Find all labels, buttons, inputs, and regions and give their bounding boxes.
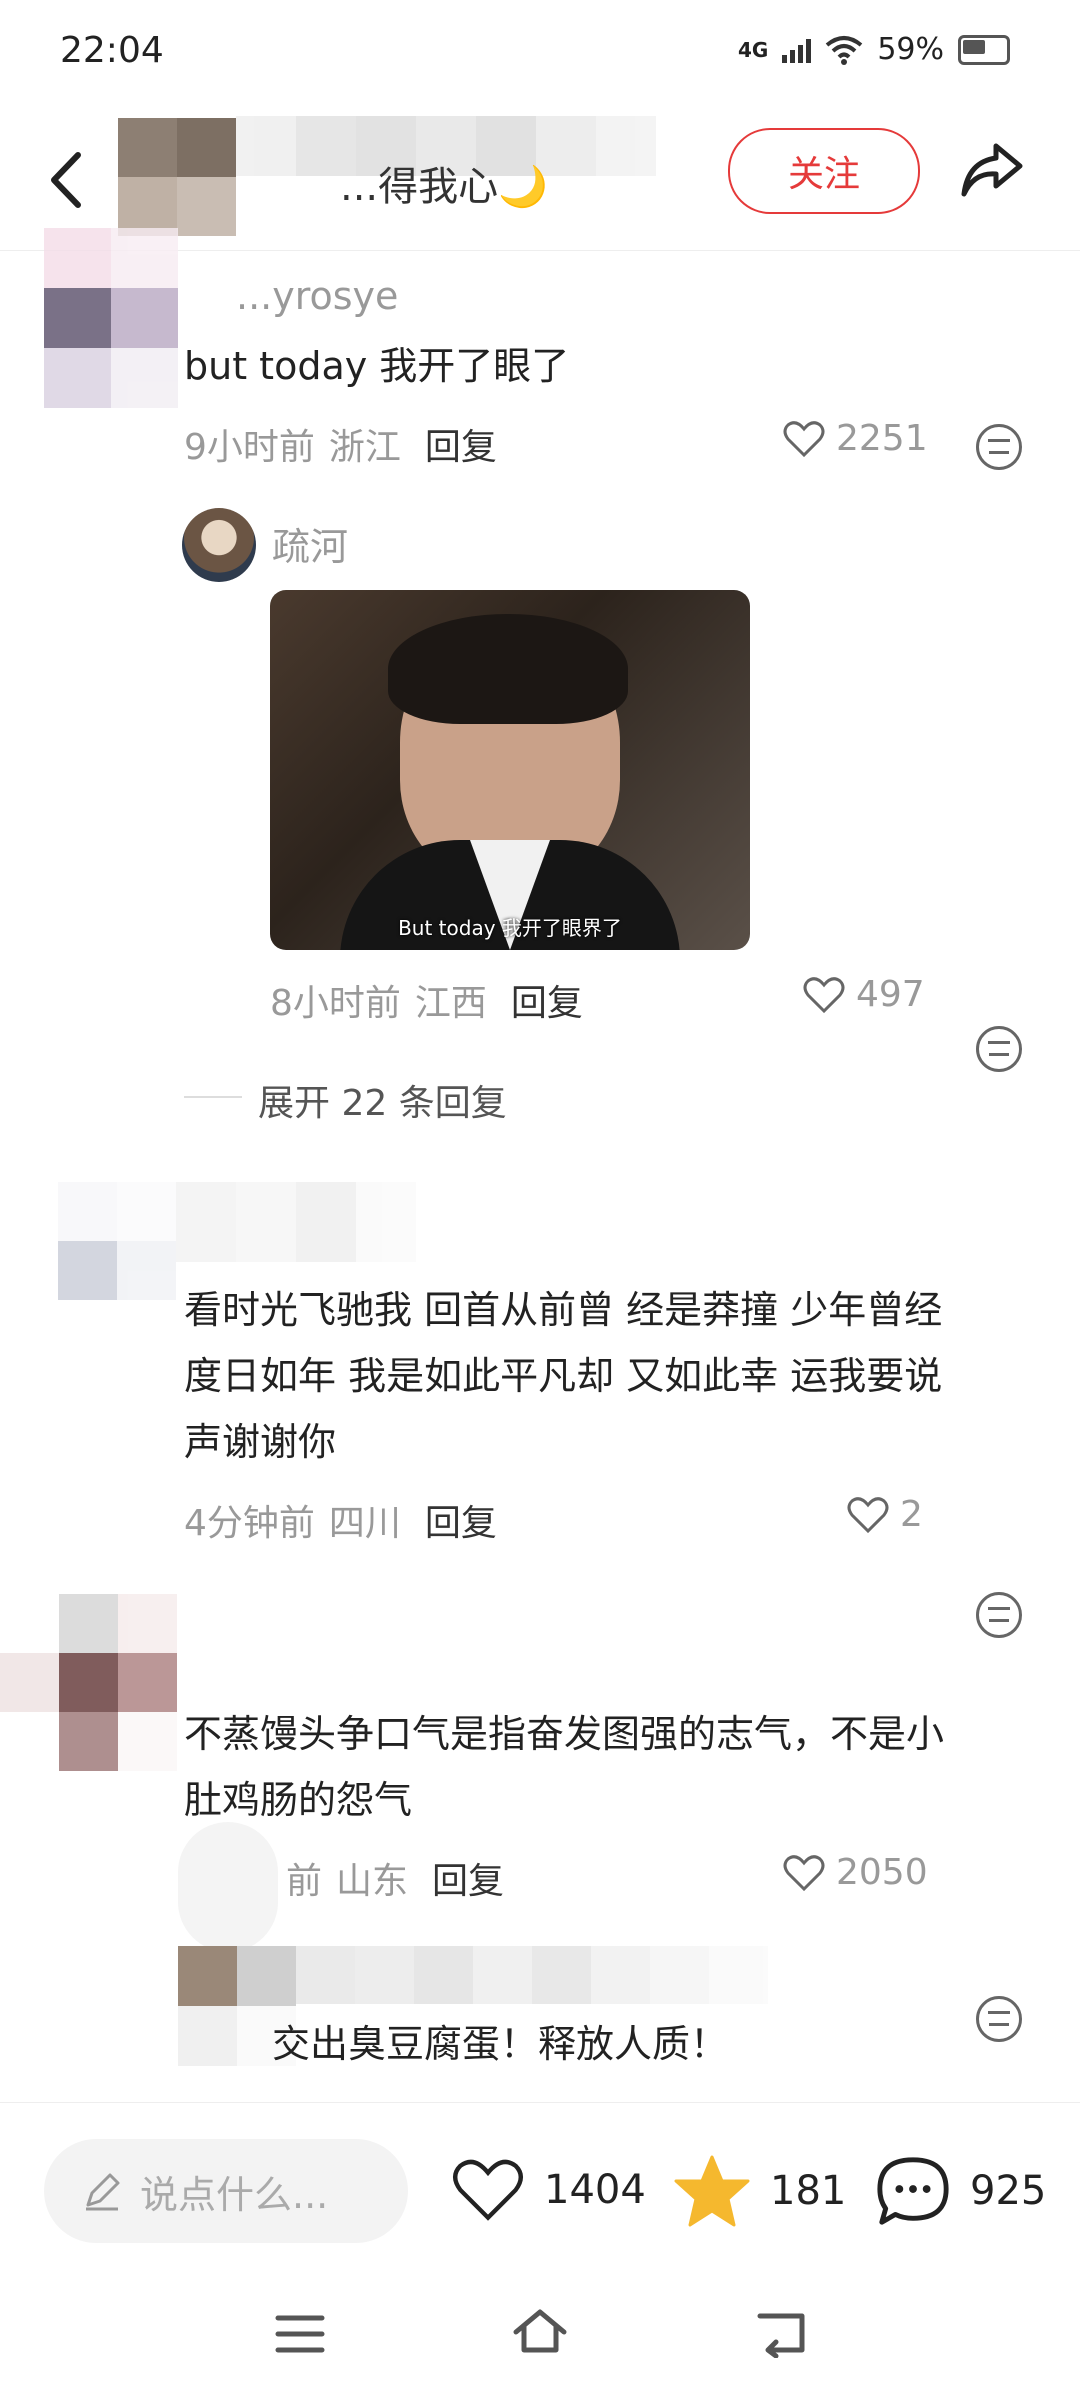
reply-image[interactable]: But today 我开了眼界了: [270, 590, 750, 950]
comment-like-button[interactable]: 2050: [782, 1852, 928, 1893]
comment-username[interactable]: ...yrosye: [236, 274, 398, 318]
home-icon[interactable]: [510, 2306, 570, 2358]
battery-percent: 59%: [877, 32, 944, 67]
reply-button[interactable]: 回复: [425, 418, 497, 470]
comment-text: but today 我开了眼了: [184, 344, 570, 388]
comment-like-button[interactable]: 2: [846, 1494, 923, 1535]
menu-icon[interactable]: [274, 2312, 326, 2356]
expand-divider: [184, 1096, 242, 1098]
dislike-emoji-icon[interactable]: [976, 1996, 1022, 2042]
image-caption: But today 我开了眼界了: [398, 916, 622, 940]
status-icons: 4G 59%: [738, 32, 1010, 67]
reply-location: 江西: [414, 983, 487, 1024]
heart-icon: [783, 1854, 825, 1891]
favorite-post-button[interactable]: 181: [672, 2153, 846, 2229]
bottom-action-bar: 说点什么... 1404 181 925: [0, 2102, 1080, 2273]
status-bar: 22:04 4G 59%: [0, 0, 1080, 110]
comment-time: 前: [286, 1861, 323, 1902]
comment-text-line: 声谢谢你: [184, 1420, 337, 1464]
meta-blur: [178, 1822, 278, 1952]
reply-username-blur: [296, 1946, 768, 2004]
star-icon: [674, 2155, 750, 2227]
like-count: 497: [856, 974, 925, 1015]
post-comment-count: 925: [970, 2168, 1047, 2214]
share-icon[interactable]: [956, 134, 1028, 206]
heart-icon: [847, 1496, 889, 1533]
comment-text: 不蒸馒头争口气是指奋发图强的志气，不是小 肚鸡肠的怨气: [184, 1706, 944, 1838]
comment-text-line: 不蒸馒头争口气是指奋发图强的志气，不是小: [184, 1712, 945, 1756]
chat-bubble-icon: [877, 2157, 949, 2225]
comment-text: 看时光飞驰我 回首从前曾 经是莽撞 少年曾经 度日如年 我是如此平凡却 又如此幸…: [184, 1282, 942, 1480]
comment-like-button[interactable]: 2251: [782, 418, 928, 459]
battery-icon: [958, 34, 1010, 65]
status-time: 22:04: [60, 30, 164, 71]
network-label: 4G: [737, 37, 769, 62]
comment-meta: 前 山东 回复: [286, 1852, 504, 1904]
comment-input-placeholder: 说点什么...: [140, 2172, 329, 2217]
wifi-icon: [826, 35, 863, 65]
comment-input[interactable]: 说点什么...: [44, 2139, 408, 2243]
image-hair: [388, 614, 628, 724]
username-blur: [176, 1182, 416, 1262]
heart-icon: [453, 2159, 523, 2221]
comment-meta: 9小时前 浙江 回复: [184, 418, 497, 470]
like-count: 2: [900, 1494, 923, 1535]
comments-button[interactable]: 925: [874, 2153, 1046, 2229]
comment-location: 四川: [328, 1503, 401, 1544]
like-post-button[interactable]: 1404: [450, 2155, 646, 2225]
commenter-avatar[interactable]: [0, 1594, 177, 1771]
heart-icon: [783, 420, 825, 457]
reply-button[interactable]: 回复: [432, 1852, 504, 1904]
dislike-emoji-icon[interactable]: [976, 1026, 1022, 1072]
like-count: 2050: [836, 1852, 928, 1893]
back-nav-icon[interactable]: [756, 2310, 808, 2358]
comment-text-line: 肚鸡肠的怨气: [184, 1778, 413, 1822]
commenter-avatar[interactable]: [58, 1182, 176, 1300]
like-count: 2251: [836, 418, 928, 459]
pencil-icon: [86, 2173, 120, 2211]
comment-time: 4分钟前: [184, 1503, 315, 1544]
dislike-emoji-icon[interactable]: [976, 424, 1022, 470]
commenter-avatar[interactable]: [44, 228, 178, 408]
post-favorite-count: 181: [770, 2168, 847, 2214]
author-avatar[interactable]: [118, 118, 236, 236]
signal-icon: [782, 37, 812, 63]
reply-meta: 8小时前 江西 回复: [270, 974, 583, 1026]
reply-avatar[interactable]: [182, 508, 256, 582]
comment-location: 浙江: [328, 427, 401, 468]
heart-icon: [803, 976, 845, 1013]
back-arrow-icon[interactable]: [40, 145, 100, 215]
reply-button[interactable]: 回复: [511, 974, 583, 1026]
reply-like-button[interactable]: 497: [802, 974, 925, 1015]
comment-time: 9小时前: [184, 427, 315, 468]
dislike-emoji-icon[interactable]: [976, 1592, 1022, 1638]
post-title: ...得我心🌙: [340, 164, 548, 210]
comment-location: 山东: [336, 1861, 409, 1902]
follow-button[interactable]: 关注: [728, 128, 920, 214]
comment-meta: 4分钟前 四川 回复: [184, 1494, 497, 1546]
reply-username[interactable]: 疏河: [272, 516, 348, 571]
comment-text-line: 看时光飞驰我 回首从前曾 经是莽撞 少年曾经: [184, 1288, 943, 1332]
system-nav-bar: [0, 2272, 1080, 2400]
comment-text-line: 度日如年 我是如此平凡却 又如此幸 运我要说: [184, 1354, 943, 1398]
expand-replies-button[interactable]: 展开 22 条回复: [258, 1074, 507, 1126]
post-like-count: 1404: [544, 2167, 646, 2213]
reply-time: 8小时前: [270, 983, 401, 1024]
reply-text: 交出臭豆腐蛋！释放人质！: [272, 2022, 729, 2066]
reply-button[interactable]: 回复: [425, 1494, 497, 1546]
